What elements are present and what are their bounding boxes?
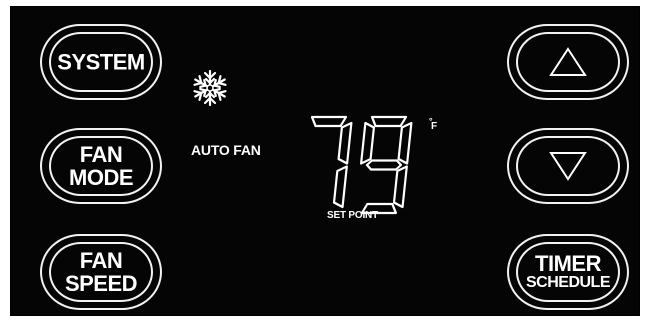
fan-speed-button-label-line1: FAN	[79, 247, 123, 273]
fan-speed-button-label-line2: SPEED	[64, 271, 138, 296]
fan-status-label: AUTO FAN	[191, 142, 261, 158]
temperature-unit: ° F	[429, 116, 437, 132]
fan-mode-button-label-line1: FAN	[79, 141, 123, 167]
segment-c	[332, 165, 348, 209]
timer-schedule-button-label-line1: TIMER	[535, 251, 601, 277]
temperature-digit-tens	[310, 115, 353, 209]
set-point-label: SET POINT	[327, 210, 378, 221]
segment-c	[392, 165, 408, 209]
timer-schedule-button[interactable]: TIMER SCHEDULE	[507, 234, 629, 310]
segment-a	[370, 115, 408, 128]
system-button-label: SYSTEM	[57, 49, 145, 75]
up-button[interactable]	[507, 24, 629, 100]
down-button[interactable]	[507, 128, 629, 204]
system-button[interactable]: SYSTEM	[40, 24, 162, 100]
fan-mode-button-label-line2: MODE	[69, 165, 134, 190]
temperature-digit-ones	[360, 115, 413, 215]
fan-speed-button[interactable]: FAN SPEED	[40, 234, 162, 310]
segment-b	[337, 121, 353, 165]
set-point-temperature	[310, 115, 413, 215]
thermostat-panel: SYSTEM FAN MODE FAN SPEED TIMER SCHEDULE	[10, 6, 640, 316]
segment-a	[310, 115, 348, 128]
timer-schedule-button-label-line2: SCHEDULE	[525, 274, 611, 292]
segment-f	[360, 121, 376, 165]
segment-g	[365, 159, 403, 171]
snowflake-icon	[191, 69, 229, 107]
triangle-down-icon	[549, 152, 587, 181]
fan-mode-button[interactable]: FAN MODE	[40, 128, 162, 204]
segment-b	[397, 121, 413, 165]
degree-symbol: °	[429, 116, 433, 126]
triangle-up-icon	[549, 47, 587, 76]
